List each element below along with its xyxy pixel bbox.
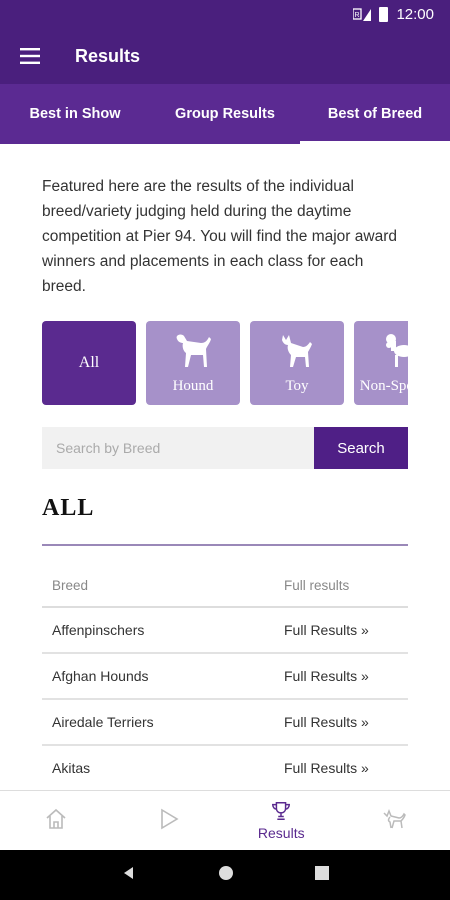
recents-icon[interactable] xyxy=(315,865,330,885)
battery-icon xyxy=(379,6,389,22)
full-results-link[interactable]: Full Results » xyxy=(284,760,408,776)
table-row[interactable]: Akitas Full Results » xyxy=(42,746,408,790)
table-row[interactable]: Affenpinschers Full Results » xyxy=(42,608,408,654)
nav-play[interactable] xyxy=(113,791,226,850)
category-hound-button[interactable]: Hound xyxy=(146,321,240,405)
tab-bar: Best in Show Group Results Best of Breed xyxy=(0,84,450,144)
search-bar: Search xyxy=(42,427,408,469)
nav-results-label: Results xyxy=(257,825,305,841)
page-title: Results xyxy=(75,45,141,66)
results-content[interactable]: Featured here are the results of the ind… xyxy=(0,144,450,790)
full-results-link[interactable]: Full Results » xyxy=(284,714,408,730)
nav-dog[interactable] xyxy=(338,791,450,850)
tab-group-results[interactable]: Group Results xyxy=(150,84,300,144)
status-bar: R 12:00 xyxy=(0,0,450,28)
toy-dog-icon xyxy=(275,331,319,378)
category-all-button[interactable]: All xyxy=(42,321,136,405)
category-label: Hound xyxy=(172,378,214,394)
nav-results[interactable]: Results xyxy=(225,791,338,850)
poodle-icon xyxy=(379,331,408,378)
intro-text: Featured here are the results of the ind… xyxy=(42,178,397,295)
section-title: ALL xyxy=(42,495,95,521)
table-header: Breed Full results xyxy=(42,564,408,608)
breed-name: Airedale Terriers xyxy=(52,714,154,730)
status-time: 12:00 xyxy=(396,5,434,23)
system-nav-bar xyxy=(0,850,450,900)
home-icon xyxy=(44,807,68,834)
search-input[interactable] xyxy=(42,427,314,469)
app-bar: Results xyxy=(0,28,450,84)
category-carousel[interactable]: All Hound Toy Non-Sporting xyxy=(42,321,408,405)
category-label: All xyxy=(78,354,100,371)
section-divider xyxy=(42,544,408,546)
category-label: Toy xyxy=(285,378,309,394)
back-icon[interactable] xyxy=(121,865,137,886)
home-circle-icon[interactable] xyxy=(218,865,234,886)
bottom-nav: Results xyxy=(0,790,450,850)
signal-icon: R xyxy=(352,7,372,21)
tab-best-of-breed[interactable]: Best of Breed xyxy=(300,84,450,144)
search-button[interactable]: Search xyxy=(314,427,408,469)
table-row[interactable]: Afghan Hounds Full Results » xyxy=(42,654,408,700)
menu-icon[interactable] xyxy=(0,28,60,84)
hound-icon xyxy=(171,331,215,378)
category-toy-button[interactable]: Toy xyxy=(250,321,344,405)
play-icon xyxy=(157,807,181,834)
category-non-sporting-button[interactable]: Non-Sporting xyxy=(354,321,408,405)
column-header-full-results: Full results xyxy=(284,577,350,593)
tab-best-in-show[interactable]: Best in Show xyxy=(0,84,150,144)
column-header-breed: Breed xyxy=(52,577,89,593)
svg-text:R: R xyxy=(355,12,360,19)
full-results-link[interactable]: Full Results » xyxy=(284,622,408,638)
breed-name: Affenpinschers xyxy=(52,622,145,638)
dog-icon xyxy=(381,807,407,834)
nav-home[interactable] xyxy=(0,791,113,850)
full-results-link[interactable]: Full Results » xyxy=(284,668,408,684)
breed-name: Akitas xyxy=(52,760,91,776)
category-label: Non-Sporting xyxy=(359,378,408,394)
results-table: Breed Full results Affenpinschers Full R… xyxy=(42,564,408,790)
trophy-icon xyxy=(270,800,292,825)
table-row[interactable]: Airedale Terriers Full Results » xyxy=(42,700,408,746)
breed-name: Afghan Hounds xyxy=(52,668,149,684)
